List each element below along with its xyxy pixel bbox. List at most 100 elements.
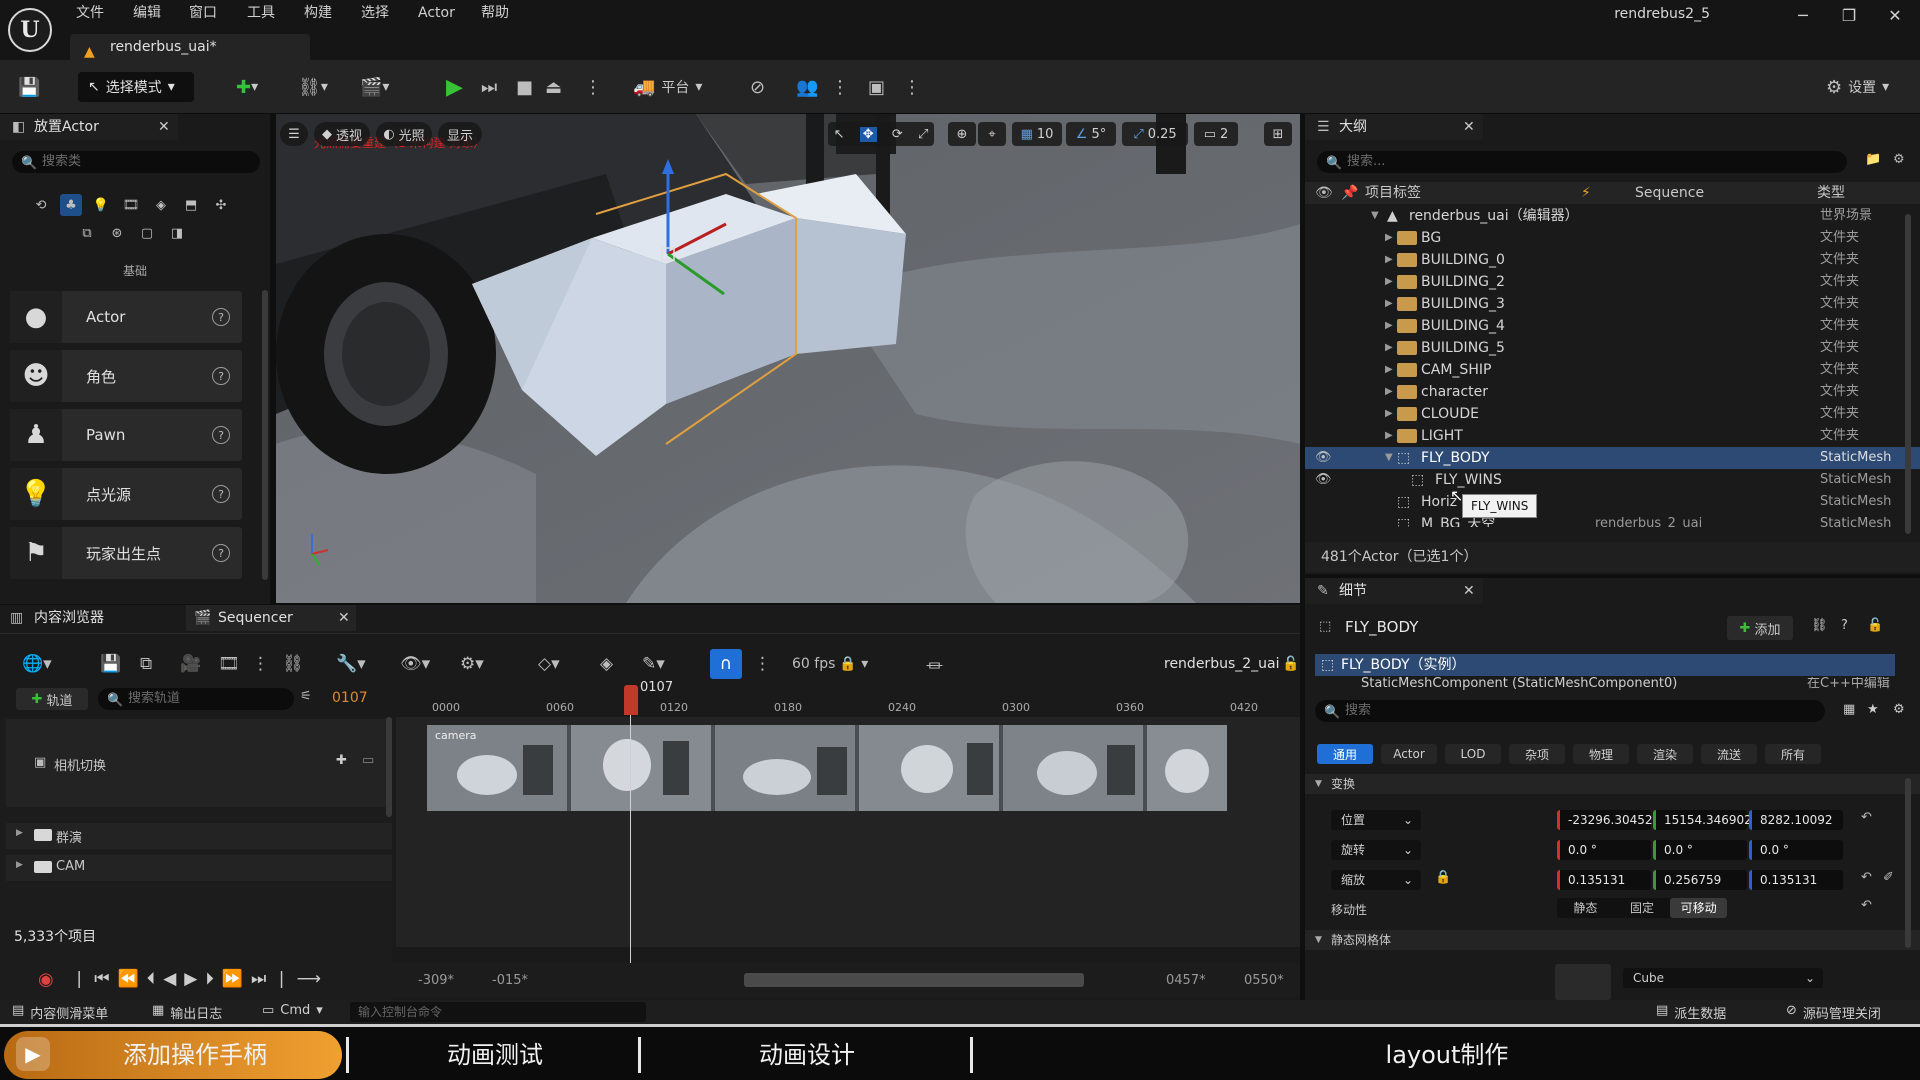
outliner-folder-row[interactable]: ▶ character 文件夹 (1305, 381, 1920, 403)
scale-y[interactable]: 0.256759 (1653, 870, 1747, 890)
cinematic-icon[interactable]: 🎞 (120, 194, 142, 216)
eye-icon[interactable]: 👁 (1315, 447, 1332, 469)
play-icon[interactable]: ▶ (446, 72, 463, 102)
outliner-row-mbg[interactable]: ⬚ M_BG_天空 renderbus_2_uai StaticMesh (1305, 513, 1920, 527)
menu-build[interactable]: 构建 (304, 2, 332, 24)
more-icon[interactable]: ⋮ (252, 647, 269, 681)
outliner-folder-row[interactable]: ▶ CAM_SHIP 文件夹 (1305, 359, 1920, 381)
help-icon[interactable]: ? (212, 544, 230, 562)
scale-x[interactable]: 0.135131 (1557, 870, 1651, 890)
view-icon[interactable]: 👁▾ (400, 647, 430, 681)
outliner-folder-row[interactable]: ▶ BG 文件夹 (1305, 227, 1920, 249)
level-tab[interactable]: ▲ renderbus_uai* (70, 34, 310, 60)
col-label[interactable]: 项目标签 (1365, 182, 1421, 204)
transport-controls[interactable]: ❘⏮⏪⏴◀▶⏵⏩⏭❘⟶ (72, 969, 329, 989)
chapter-anim-test[interactable]: 动画测试 (350, 1035, 640, 1075)
geometry-icon[interactable]: ⬒ (180, 194, 202, 216)
rotation-x[interactable]: 0.0 ° (1557, 840, 1651, 860)
star-icon[interactable]: ★ (1867, 702, 1879, 717)
outliner-search-input[interactable]: 🔍 搜索... (1317, 151, 1847, 173)
cinematics-icon[interactable]: 🎬 ▾ (360, 72, 389, 102)
show-button[interactable]: 显示 (438, 122, 482, 146)
scrollbar[interactable] (386, 717, 392, 817)
actor-item-point-light[interactable]: 💡 点光源? (10, 468, 242, 520)
tab-streaming[interactable]: 流送 (1701, 744, 1757, 764)
lights-icon[interactable]: 💡 (90, 194, 112, 216)
lock-icon[interactable]: 🔒 (1435, 870, 1451, 885)
render-movie-icon[interactable]: 🎥 (180, 647, 201, 681)
transform-section[interactable]: ▼ 变换 (1305, 774, 1920, 794)
rotation-z[interactable]: 0.0 ° (1749, 840, 1843, 860)
component-row[interactable]: StaticMeshComponent (StaticMeshComponent… (1315, 677, 1895, 691)
move-tool-icon[interactable]: ✥ (859, 126, 877, 142)
content-drawer-button[interactable]: ▤ 内容侧滑菜单 (12, 1003, 108, 1022)
folder-track[interactable]: ▶ CAM (6, 855, 392, 881)
cmd-dropdown[interactable]: ▭ Cmd ▾ (262, 1003, 323, 1018)
rotate-tool-icon[interactable]: ⟳ (892, 127, 903, 142)
outliner-selected-row[interactable]: 👁 ▼ ⬚ FLY_BODY StaticMesh (1305, 447, 1920, 469)
help-icon[interactable]: ? (212, 308, 230, 326)
output-log-button[interactable]: ▦ 输出日志 (152, 1003, 222, 1022)
settings-dropdown[interactable]: ⚙ 设置 ▾ (1826, 72, 1889, 102)
outliner-folder-row[interactable]: ▶ BUILDING_3 文件夹 (1305, 293, 1920, 315)
actor-item-actor[interactable]: ● Actor? (10, 291, 242, 343)
basic-icon[interactable]: ♣ (60, 194, 82, 216)
gear-icon[interactable]: ⚙ (1893, 702, 1905, 717)
menu-actor[interactable]: Actor (418, 2, 455, 24)
playhead-handle[interactable] (624, 685, 638, 715)
minimize-icon[interactable]: ─ (1788, 6, 1818, 30)
blueprint-icon[interactable]: ⛓ ▾ (298, 72, 328, 102)
surface-snap-icon[interactable]: ⌖ (978, 122, 1006, 146)
source-control-button[interactable]: ⊘ 源码管理关闭 (1786, 1003, 1881, 1022)
level-viewport[interactable]: 光照需要重建（1 未构建 对象） ☰ ◆透视 ◐光照 显示 ↖✥⟳⤢ ⊕ ⌖ ▦… (276, 114, 1300, 603)
fps-dropdown[interactable]: 60 fps 🔒 ▾ (792, 647, 868, 681)
menu-tools[interactable]: 工具 (247, 2, 275, 24)
range-start[interactable]: -309* (418, 973, 454, 988)
outliner-row-horizon[interactable]: ⬚ Horiz StaticMesh (1305, 491, 1920, 513)
location-x[interactable]: -23296.30452 (1557, 810, 1653, 830)
actor-item-pawn[interactable]: ♟ Pawn? (10, 409, 242, 461)
lit-button[interactable]: ◐ 光照 (376, 122, 432, 146)
eject-icon[interactable]: ⏏ (545, 72, 562, 102)
menu-help[interactable]: 帮助 (481, 2, 509, 24)
instance-row[interactable]: ⬚ FLY_BODY（实例） (1315, 654, 1895, 676)
range-end[interactable]: 0550* (1244, 973, 1284, 988)
outliner-folder-row[interactable]: ▶ CLOUDE 文件夹 (1305, 403, 1920, 425)
scale-snap-button[interactable]: ⤢ 0.25 (1122, 122, 1188, 146)
key-icon[interactable]: ◇▾ (538, 647, 560, 681)
content-browser-tab[interactable]: ▥ 内容浏览器 (0, 605, 180, 631)
search-classes-input[interactable]: 🔍 搜索类 (12, 151, 260, 173)
menu-file[interactable]: 文件 (76, 2, 104, 24)
close-icon[interactable]: ✕ (158, 114, 170, 140)
col-sequence[interactable]: Sequence (1635, 182, 1704, 204)
eye-icon[interactable]: 👁 (1315, 469, 1332, 491)
add-component-button[interactable]: ✚ 添加 (1727, 616, 1793, 640)
filter-icon[interactable]: ⚟ (300, 689, 312, 704)
grid-snap-button[interactable]: ▦ 10 (1012, 122, 1062, 146)
volumes-icon[interactable]: ✣ (210, 194, 232, 216)
outliner-root-row[interactable]: ▼ ▲ renderbus_uai（编辑器） 世界场景 (1305, 205, 1920, 227)
layout-icon[interactable]: ⊞ (1264, 122, 1292, 146)
rotation-dropdown[interactable]: 旋转 ⌄ (1331, 840, 1421, 860)
console-input[interactable]: 输入控制台命令 (350, 1002, 646, 1022)
outliner-folder-row[interactable]: ▶ BUILDING_0 文件夹 (1305, 249, 1920, 271)
select-tool-icon[interactable]: ↖ (834, 127, 845, 142)
camera-speed-button[interactable]: ▭ 2 (1194, 122, 1238, 146)
details-search-input[interactable]: 🔍 搜索 (1315, 700, 1825, 722)
reset-icon[interactable]: ↶ (1861, 810, 1872, 825)
world-space-icon[interactable]: ⊕ (948, 122, 976, 146)
world-icon[interactable]: 🌐▾ (22, 647, 52, 681)
source-control-icon[interactable]: ⊘ (750, 72, 765, 102)
save-as-icon[interactable]: ⧉ (140, 647, 152, 681)
outliner-child-row[interactable]: 👁 ⬚ FLY_WINS StaticMesh (1305, 469, 1920, 491)
curve-editor-icon[interactable]: ⏛ (926, 647, 943, 681)
visual-effects-icon[interactable]: ◈ (150, 194, 172, 216)
gear-icon[interactable]: ⚙ (1893, 152, 1905, 167)
all-classes-icon[interactable]: ⊛ (106, 222, 128, 244)
render-icon[interactable]: 🎞 (218, 647, 240, 681)
outliner-folder-row[interactable]: ▶ BUILDING_2 文件夹 (1305, 271, 1920, 293)
location-y[interactable]: 15154.346902 (1653, 810, 1752, 830)
key-filter-icon[interactable]: ◈ (600, 647, 613, 681)
scale-z[interactable]: 0.135131 (1749, 870, 1843, 890)
curve-icon[interactable]: ✎▾ (642, 647, 665, 681)
